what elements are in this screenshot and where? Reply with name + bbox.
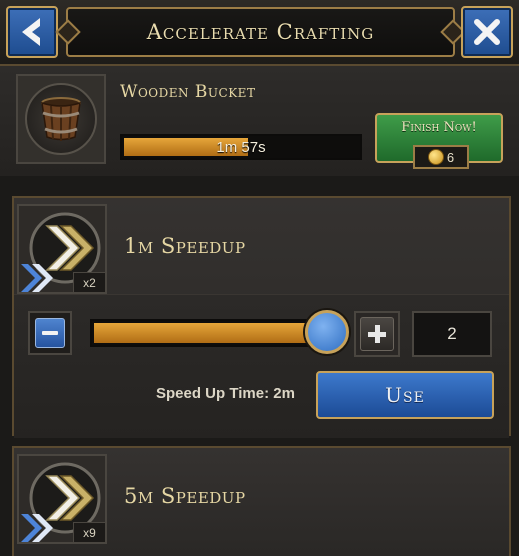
speedup-item-frame: x9 — [17, 454, 107, 544]
crafting-row: Wooden Bucket 1m 57s Finish Now! 6 — [0, 66, 519, 176]
speedup-quantity: x2 — [73, 272, 105, 292]
speed-up-time: Speed Up Time: 2m — [156, 385, 295, 402]
speedup-quantity: x9 — [73, 522, 105, 542]
item-name: Wooden Bucket — [120, 82, 256, 102]
time-remaining: 1m 57s — [216, 138, 266, 156]
close-button[interactable] — [461, 6, 513, 58]
decrease-button[interactable] — [28, 311, 72, 355]
bucket-icon — [41, 97, 81, 141]
quantity-input[interactable]: 2 — [412, 311, 492, 357]
craft-progress-bar: 1m 57s — [120, 134, 362, 160]
item-ring — [25, 83, 97, 155]
speedup-panel-1m: x2 1m Speedup 2 Speed Up Time: 2m Use — [12, 196, 511, 438]
back-button[interactable] — [6, 6, 58, 58]
item-frame — [16, 74, 106, 164]
use-button[interactable]: Use — [316, 371, 494, 419]
speedup-name: 5m Speedup — [124, 484, 246, 508]
finish-cost: 6 — [413, 145, 469, 169]
quantity-slider-track[interactable] — [90, 319, 326, 347]
page-title: Accelerate Crafting — [146, 20, 375, 44]
speedup-header[interactable]: x9 5m Speedup — [14, 448, 509, 544]
chevron-left-icon — [22, 18, 40, 46]
finish-now-label: Finish Now! — [401, 120, 477, 135]
minus-icon — [35, 318, 65, 348]
close-icon — [474, 19, 500, 45]
speedup-controls: 2 Speed Up Time: 2m Use — [14, 294, 509, 438]
use-button-label: Use — [385, 383, 425, 407]
speedup-item-frame: x2 — [17, 204, 107, 294]
speedup-panel-5m: x9 5m Speedup — [12, 446, 511, 556]
finish-cost-value: 6 — [446, 149, 455, 165]
plus-icon — [360, 317, 394, 351]
quantity-slider-handle[interactable] — [305, 310, 349, 354]
speedup-name: 1m Speedup — [124, 234, 246, 258]
speedup-header[interactable]: x2 1m Speedup — [14, 198, 509, 294]
finish-now-button[interactable]: Finish Now! 6 — [375, 113, 503, 169]
quantity-slider-fill — [94, 323, 322, 343]
title-plate: Accelerate Crafting — [66, 7, 455, 57]
coin-icon — [427, 149, 444, 165]
header: Accelerate Crafting — [0, 0, 519, 66]
increase-button[interactable] — [354, 311, 400, 357]
